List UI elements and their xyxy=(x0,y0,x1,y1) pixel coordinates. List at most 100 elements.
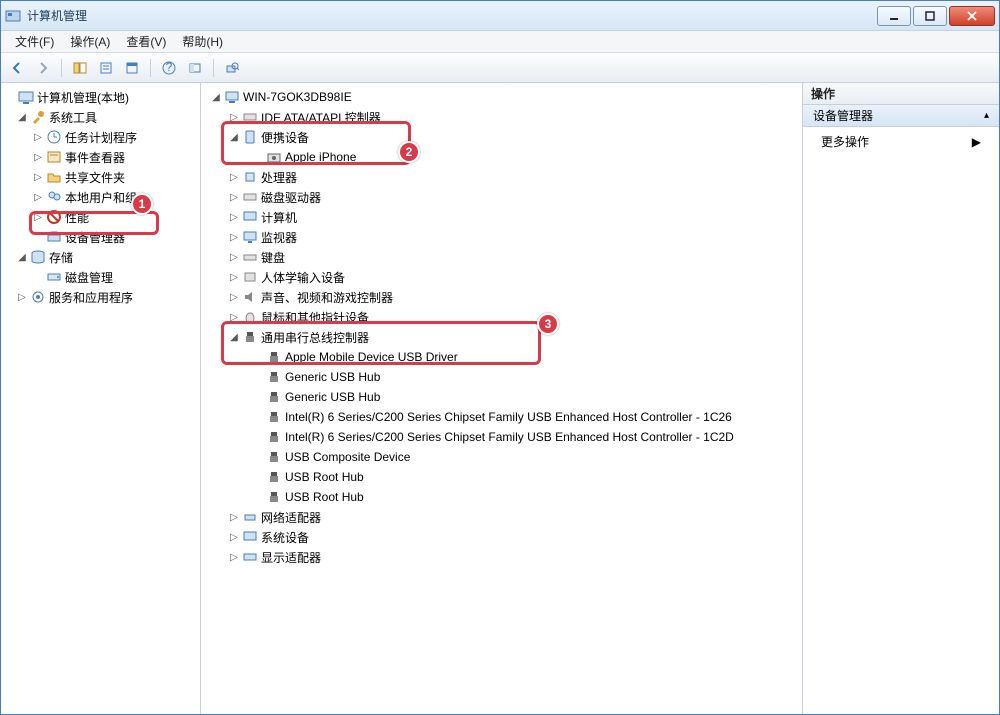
device-usb-item[interactable]: USB Root Hub xyxy=(203,487,800,507)
device-system-devices[interactable]: ▷系统设备 xyxy=(203,527,800,547)
collapse-icon[interactable]: ◢ xyxy=(15,250,29,264)
device-usb-item[interactable]: Apple Mobile Device USB Driver xyxy=(203,347,800,367)
device-usb-item[interactable]: Generic USB Hub xyxy=(203,367,800,387)
tree-shared-folders[interactable]: ▷共享文件夹 xyxy=(3,167,198,187)
expand-icon[interactable]: ▷ xyxy=(227,250,241,264)
device-usb-item[interactable]: Intel(R) 6 Series/C200 Series Chipset Fa… xyxy=(203,407,800,427)
device-monitors[interactable]: ▷监视器 xyxy=(203,227,800,247)
menu-help[interactable]: 帮助(H) xyxy=(174,31,231,52)
tree-performance[interactable]: ▷性能 xyxy=(3,207,198,227)
device-usb-controllers[interactable]: ◢通用串行总线控制器 xyxy=(203,327,800,347)
tree-system-tools[interactable]: ◢ 系统工具 xyxy=(3,107,198,127)
expand-icon[interactable]: ▷ xyxy=(227,270,241,284)
device-usb-item[interactable]: USB Composite Device xyxy=(203,447,800,467)
tree-label: 磁盘驱动器 xyxy=(261,189,321,206)
tree-label: 磁盘管理 xyxy=(65,269,113,286)
close-button[interactable] xyxy=(949,6,995,26)
usb-device-icon xyxy=(266,469,282,485)
view-button[interactable] xyxy=(183,56,207,80)
tree-label: USB Root Hub xyxy=(285,470,364,484)
cpu-icon xyxy=(242,169,258,185)
tree-root-computer-management[interactable]: 计算机管理(本地) xyxy=(3,87,198,107)
menu-action[interactable]: 操作(A) xyxy=(62,31,118,52)
expand-icon[interactable]: ▷ xyxy=(227,510,241,524)
tree-disk-management[interactable]: 磁盘管理 xyxy=(3,267,198,287)
collapse-icon[interactable]: ◢ xyxy=(209,90,223,104)
tree-label: 计算机管理(本地) xyxy=(37,89,129,106)
device-portable[interactable]: ◢便携设备 xyxy=(203,127,800,147)
expand-icon[interactable]: ▷ xyxy=(227,170,241,184)
tree-label: Apple Mobile Device USB Driver xyxy=(285,350,458,364)
scan-hardware-button[interactable] xyxy=(220,56,244,80)
actions-section[interactable]: 设备管理器 ▴ xyxy=(803,105,999,127)
tree-task-scheduler[interactable]: ▷任务计划程序 xyxy=(3,127,198,147)
maximize-button[interactable] xyxy=(913,6,947,26)
users-icon xyxy=(46,189,62,205)
tree-services-apps[interactable]: ▷服务和应用程序 xyxy=(3,287,198,307)
collapse-icon[interactable] xyxy=(3,90,17,104)
usb-device-icon xyxy=(266,409,282,425)
device-sound[interactable]: ▷声音、视频和游戏控制器 xyxy=(203,287,800,307)
expand-icon[interactable]: ▷ xyxy=(31,190,45,204)
expand-icon[interactable]: ▷ xyxy=(227,190,241,204)
tree-label: Generic USB Hub xyxy=(285,390,380,404)
tree-device-manager[interactable]: 设备管理器 xyxy=(3,227,198,247)
expand-icon[interactable]: ▷ xyxy=(31,150,45,164)
device-usb-item[interactable]: USB Root Hub xyxy=(203,467,800,487)
expand-icon[interactable]: ▷ xyxy=(227,110,241,124)
device-processors[interactable]: ▷处理器 xyxy=(203,167,800,187)
expand-icon[interactable]: ▷ xyxy=(31,210,45,224)
tree-label: Intel(R) 6 Series/C200 Series Chipset Fa… xyxy=(285,430,734,444)
spacer-icon xyxy=(31,270,45,284)
device-display[interactable]: ▷显示适配器 xyxy=(203,547,800,567)
device-disk-drives[interactable]: ▷ 磁盘驱动器 xyxy=(203,187,800,207)
device-network[interactable]: ▷网络适配器 xyxy=(203,507,800,527)
device-mice[interactable]: ▷ 鼠标和其他指针设备 xyxy=(203,307,800,327)
collapse-icon[interactable]: ◢ xyxy=(15,110,29,124)
tree-event-viewer[interactable]: ▷事件查看器 xyxy=(3,147,198,167)
collapse-icon[interactable]: ◢ xyxy=(227,130,241,144)
tree-label: 鼠标和其他指针设备 xyxy=(261,309,369,326)
device-computer[interactable]: ▷计算机 xyxy=(203,207,800,227)
minimize-button[interactable] xyxy=(877,6,911,26)
expand-icon[interactable]: ▷ xyxy=(227,550,241,564)
tree-local-users[interactable]: ▷ 本地用户和组 xyxy=(3,187,198,207)
properties-button[interactable] xyxy=(94,56,118,80)
help-button[interactable]: ? xyxy=(157,56,181,80)
app-icon xyxy=(5,8,21,24)
expand-icon[interactable]: ▷ xyxy=(31,170,45,184)
device-usb-item[interactable]: Generic USB Hub xyxy=(203,387,800,407)
expand-icon[interactable]: ▷ xyxy=(227,310,241,324)
device-ide[interactable]: ▷ IDE ATA/ATAPI 控制器 xyxy=(203,107,800,127)
forward-button[interactable] xyxy=(31,56,55,80)
back-button[interactable] xyxy=(5,56,29,80)
more-actions[interactable]: 更多操作 ▶ xyxy=(803,127,999,156)
camera-icon xyxy=(266,149,282,165)
expand-icon[interactable]: ▷ xyxy=(227,530,241,544)
device-usb-item[interactable]: Intel(R) 6 Series/C200 Series Chipset Fa… xyxy=(203,427,800,447)
expand-icon[interactable]: ▷ xyxy=(227,290,241,304)
expand-icon[interactable]: ▷ xyxy=(31,130,45,144)
window-title: 计算机管理 xyxy=(27,7,87,24)
show-hide-tree-button[interactable] xyxy=(68,56,92,80)
expand-icon[interactable]: ▷ xyxy=(15,290,29,304)
device-root[interactable]: ◢WIN-7GOK3DB98IE xyxy=(203,87,800,107)
export-list-button[interactable] xyxy=(120,56,144,80)
tree-storage[interactable]: ◢ 存储 xyxy=(3,247,198,267)
menu-file[interactable]: 文件(F) xyxy=(7,31,62,52)
expand-icon[interactable]: ▷ xyxy=(227,210,241,224)
portable-device-icon xyxy=(242,129,258,145)
console-tree[interactable]: 计算机管理(本地) ◢ 系统工具 ▷任务计划程序 ▷事件查看器 xyxy=(3,87,198,307)
tree-label: 本地用户和组 xyxy=(65,189,137,206)
collapse-icon[interactable]: ◢ xyxy=(227,330,241,344)
device-tree[interactable]: ◢WIN-7GOK3DB98IE ▷ IDE ATA/ATAPI 控制器 ◢便携设… xyxy=(203,87,800,567)
menu-view[interactable]: 查看(V) xyxy=(118,31,174,52)
device-apple-iphone[interactable]: Apple iPhone xyxy=(203,147,800,167)
tree-label: IDE ATA/ATAPI 控制器 xyxy=(261,109,381,126)
device-keyboards[interactable]: ▷键盘 xyxy=(203,247,800,267)
window-controls xyxy=(875,6,995,26)
usb-device-icon xyxy=(266,449,282,465)
device-hid[interactable]: ▷人体学输入设备 xyxy=(203,267,800,287)
expand-icon[interactable]: ▷ xyxy=(227,230,241,244)
usb-icon xyxy=(242,329,258,345)
